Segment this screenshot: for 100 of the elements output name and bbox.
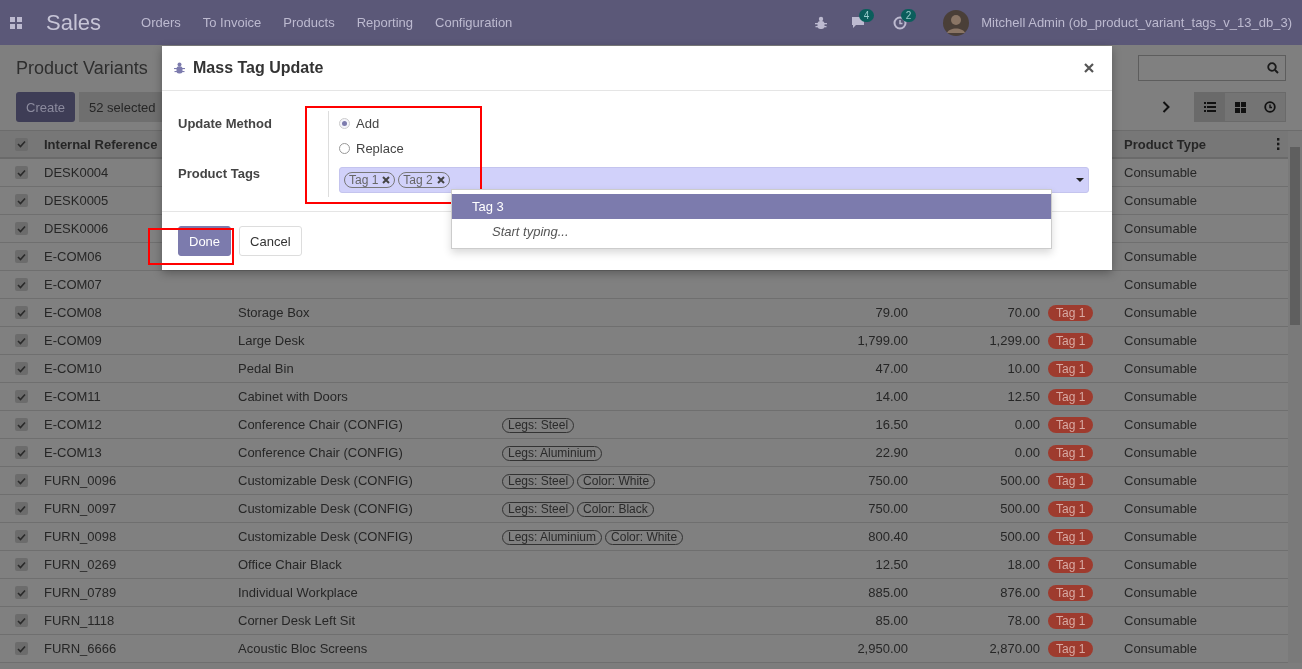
cost-cell: 18.00 [1007,557,1040,572]
column-header[interactable]: Internal Reference [44,136,158,152]
product-type-cell: Consumable [1124,361,1197,376]
select-all-checkbox[interactable] [15,137,28,151]
row-checkbox[interactable] [15,334,28,347]
checkmark-icon [17,476,26,485]
product-type-cell: Consumable [1124,333,1197,348]
user-name[interactable]: Mitchell Admin (ob_product_variant_tags_v_13_db_3) [981,15,1292,30]
dropdown-hint[interactable]: Start typing... [452,219,1051,244]
radio-label[interactable]: Replace [356,141,404,156]
chevron-right-icon[interactable] [1162,101,1170,113]
search-icon[interactable] [1267,62,1279,74]
checkmark-icon [17,420,26,429]
price-cell: 14.00 [875,389,908,404]
apps-icon[interactable] [10,16,22,29]
row-checkbox[interactable] [15,446,28,459]
remove-icon[interactable] [436,176,445,184]
cost-cell: 500.00 [1000,501,1040,516]
caret-icon[interactable] [1076,178,1084,182]
row-checkbox[interactable] [15,614,28,627]
tag-badge: Tag 1 [1048,584,1094,601]
row-checkbox[interactable] [15,250,28,263]
radio-button[interactable] [339,118,350,129]
row-checkbox[interactable] [15,278,28,291]
dropdown-option[interactable]: Tag 3 [452,194,1051,219]
product-type-cell: Consumable [1124,193,1197,208]
menu-item[interactable]: To Invoice [202,15,262,30]
name-cell: Large Desk [238,333,305,348]
row-checkbox[interactable] [15,530,28,543]
cost-cell: 12.50 [1007,389,1040,404]
bug-icon[interactable] [815,15,828,30]
row-checkbox[interactable] [15,194,28,207]
checkmark-icon [17,644,26,653]
menu-item[interactable]: Configuration [435,15,513,30]
menu-item[interactable]: Orders [141,15,181,30]
menu-item[interactable]: Products [283,15,335,30]
name-cell: Acoustic Bloc Screens [238,641,368,656]
cost-cell: 0.00 [1014,417,1040,432]
tag-badge: Tag 1 [1048,556,1094,573]
product-type-cell: Consumable [1124,473,1197,488]
row-checkbox[interactable] [15,390,28,403]
row-checkbox[interactable] [15,558,28,571]
reference-cell: E-COM06 [44,249,102,264]
field-label: Product Tags [178,165,262,183]
clock-icon[interactable] [893,15,908,30]
product-type-cell: Consumable [1124,249,1197,264]
cancel-button[interactable]: Cancel [239,226,302,256]
product-type-cell: Consumable [1124,529,1197,544]
checkmark-icon [17,140,26,148]
name-cell: Conference Chair (CONFIG) [238,445,403,460]
tag-badge: Tag 1 [1048,444,1094,461]
list-view-button[interactable] [1195,93,1225,121]
checkmark-icon [17,168,26,177]
clock-icon [1264,101,1276,113]
avatar-icon[interactable] [943,9,970,36]
radio-label[interactable]: Add [356,116,380,131]
cost-cell: 500.00 [1000,529,1040,544]
checkmark-icon [17,504,26,513]
reference-cell: E-COM11 [44,389,101,404]
name-cell: Cabinet with Doors [238,389,348,404]
reference-cell: FURN_0098 [44,529,117,544]
reference-cell: E-COM08 [44,305,102,320]
price-cell: 800.40 [868,529,908,544]
app-name: Sales [46,9,102,36]
row-checkbox[interactable] [15,222,28,235]
product-type-cell: Consumable [1124,641,1197,656]
row-checkbox[interactable] [15,642,28,655]
cost-cell: 2,870.00 [989,641,1040,656]
price-cell: 16.50 [875,417,908,432]
tag-badge: Tag 1 [1048,388,1094,405]
name-cell: Pedal Bin [238,361,294,376]
reference-cell: E-COM10 [44,361,102,376]
checkmark-icon [17,448,26,457]
product-type-cell: Consumable [1124,417,1197,432]
price-cell: 79.00 [875,305,908,320]
reference-cell: E-COM12 [44,417,102,432]
checkmark-icon [17,224,26,233]
product-type-cell: Consumable [1124,221,1197,236]
menu-item[interactable]: Reporting [356,15,413,30]
row-checkbox[interactable] [15,418,28,431]
row-checkbox[interactable] [15,166,28,179]
cost-cell: 78.00 [1007,613,1040,628]
row-checkbox[interactable] [15,362,28,375]
tag-badge: Tag 1 [1048,500,1094,517]
row-checkbox[interactable] [15,502,28,515]
price-cell: 750.00 [868,501,908,516]
reference-cell: DESK0006 [44,221,109,236]
price-cell: 47.00 [875,361,908,376]
remove-icon[interactable] [382,176,391,184]
done-button[interactable]: Done [178,226,232,256]
more-options-icon[interactable] [1276,138,1280,150]
row-checkbox[interactable] [15,586,28,599]
price-cell: 85.00 [875,613,908,628]
create-button[interactable]: Create [16,92,76,122]
column-header[interactable]: Product Type [1124,136,1207,152]
row-checkbox[interactable] [15,474,28,487]
list-icon [1204,102,1216,112]
row-checkbox[interactable] [15,306,28,319]
reference-cell: DESK0005 [44,193,109,208]
search-field[interactable] [1138,55,1286,81]
